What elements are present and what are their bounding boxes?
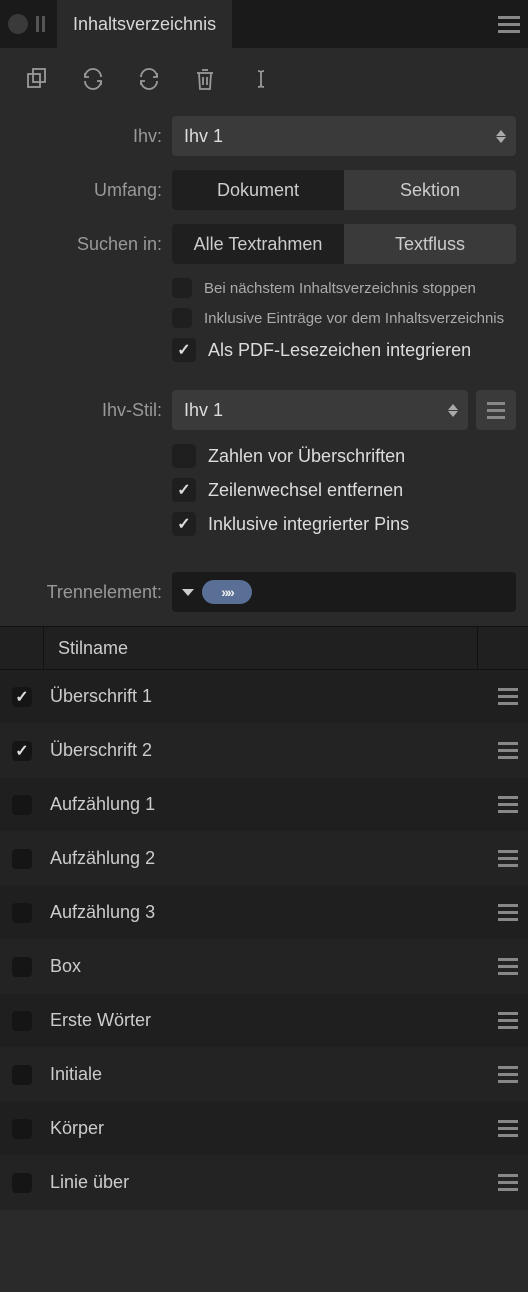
row-menu-icon[interactable]: [498, 688, 518, 705]
pdf-bookmark-checkbox[interactable]: [172, 338, 196, 362]
ihv-stil-menu-button[interactable]: [476, 390, 516, 430]
suchen-label: Suchen in:: [12, 234, 162, 255]
table-row[interactable]: Körper: [0, 1102, 528, 1156]
duplicate-icon[interactable]: [24, 66, 50, 92]
styles-table-header: Stilname: [0, 626, 528, 670]
panel-header: Inhaltsverzeichnis: [0, 0, 528, 48]
row-checkbox[interactable]: [12, 1119, 32, 1139]
table-row[interactable]: Linie über: [0, 1156, 528, 1210]
row-menu-icon[interactable]: [498, 1120, 518, 1137]
separator-label: Trennelement:: [12, 582, 162, 603]
row-style-name: Erste Wörter: [44, 1010, 498, 1031]
row-style-name: Box: [44, 956, 498, 977]
include-pins-checkbox[interactable]: [172, 512, 196, 536]
suchen-toggle: Alle Textrahmen Textfluss: [172, 224, 516, 264]
include-before-toc-label: Inklusive Einträge vor dem Inhaltsverzei…: [204, 310, 504, 327]
panel-menu-icon[interactable]: [498, 16, 520, 33]
row-style-name: Überschrift 2: [44, 740, 498, 761]
row-checkbox[interactable]: [12, 687, 32, 707]
row-checkbox[interactable]: [12, 1011, 32, 1031]
remove-linebreaks-checkbox[interactable]: [172, 478, 196, 502]
table-row[interactable]: Überschrift 2: [0, 724, 528, 778]
chevron-down-icon: [182, 589, 194, 596]
umfang-toggle: Dokument Sektion: [172, 170, 516, 210]
table-row[interactable]: Erste Wörter: [0, 994, 528, 1048]
ihv-stil-value: Ihv 1: [184, 400, 223, 421]
numbers-before-checkbox[interactable]: [172, 444, 196, 468]
table-row[interactable]: Überschrift 1: [0, 670, 528, 724]
row-style-name: Aufzählung 2: [44, 848, 498, 869]
row-menu-icon[interactable]: [498, 1174, 518, 1191]
table-row[interactable]: Initiale: [0, 1048, 528, 1102]
row-style-name: Aufzählung 1: [44, 794, 498, 815]
toolbar: [0, 48, 528, 110]
umfang-sektion-button[interactable]: Sektion: [344, 170, 516, 210]
column-header-check[interactable]: [0, 627, 44, 669]
ihv-label: Ihv:: [12, 126, 162, 147]
row-menu-icon[interactable]: [498, 796, 518, 813]
row-menu-icon[interactable]: [498, 1012, 518, 1029]
include-pins-label: Inklusive integrierter Pins: [208, 514, 409, 535]
row-checkbox[interactable]: [12, 849, 32, 869]
pdf-bookmark-label: Als PDF-Lesezeichen integrieren: [208, 340, 471, 361]
sync-up-icon[interactable]: [136, 66, 162, 92]
row-checkbox[interactable]: [12, 1065, 32, 1085]
table-row[interactable]: Aufzählung 3: [0, 886, 528, 940]
suchen-textfluss-button[interactable]: Textfluss: [344, 224, 516, 264]
row-checkbox[interactable]: [12, 741, 32, 761]
trash-icon[interactable]: [192, 66, 218, 92]
stop-next-toc-label: Bei nächstem Inhaltsverzeichnis stoppen: [204, 280, 476, 297]
row-style-name: Linie über: [44, 1172, 498, 1193]
styles-table-body: Überschrift 1 Überschrift 2 Aufzählung 1 Au…: [0, 670, 528, 1210]
numbers-before-label: Zahlen vor Überschriften: [208, 446, 405, 467]
row-checkbox[interactable]: [12, 903, 32, 923]
ihv-select-value: Ihv 1: [184, 126, 223, 147]
umfang-label: Umfang:: [12, 180, 162, 201]
column-header-stilname[interactable]: Stilname: [44, 627, 478, 669]
tab-inhaltsverzeichnis[interactable]: Inhaltsverzeichnis: [57, 0, 232, 48]
include-before-toc-checkbox[interactable]: [172, 308, 192, 328]
row-checkbox[interactable]: [12, 957, 32, 977]
row-checkbox[interactable]: [12, 1173, 32, 1193]
row-menu-icon[interactable]: [498, 958, 518, 975]
table-row[interactable]: Aufzählung 1: [0, 778, 528, 832]
stop-next-toc-checkbox[interactable]: [172, 278, 192, 298]
row-style-name: Körper: [44, 1118, 498, 1139]
menu-icon: [487, 402, 505, 419]
close-icon[interactable]: [8, 14, 28, 34]
sync-down-icon[interactable]: [80, 66, 106, 92]
row-style-name: Aufzählung 3: [44, 902, 498, 923]
row-menu-icon[interactable]: [498, 850, 518, 867]
row-style-name: Überschrift 1: [44, 686, 498, 707]
row-menu-icon[interactable]: [498, 742, 518, 759]
row-menu-icon[interactable]: [498, 1066, 518, 1083]
stepper-icon: [496, 130, 506, 143]
ihv-select[interactable]: Ihv 1: [172, 116, 516, 156]
separator-field[interactable]: »»: [172, 572, 516, 612]
table-row[interactable]: Aufzählung 2: [0, 832, 528, 886]
ihv-stil-label: Ihv-Stil:: [12, 400, 162, 421]
remove-linebreaks-label: Zeilenwechsel entfernen: [208, 480, 403, 501]
row-checkbox[interactable]: [12, 795, 32, 815]
table-row[interactable]: Box: [0, 940, 528, 994]
dock-icon[interactable]: [36, 16, 45, 32]
umfang-dokument-button[interactable]: Dokument: [172, 170, 344, 210]
row-menu-icon[interactable]: [498, 904, 518, 921]
text-cursor-icon[interactable]: [248, 66, 274, 92]
settings-form: Ihv: Ihv 1 Umfang: Dokument Sektion Such…: [0, 110, 528, 566]
ihv-stil-select[interactable]: Ihv 1: [172, 390, 468, 430]
separator-symbol-pill: »»: [202, 580, 252, 604]
stepper-icon: [448, 404, 458, 417]
suchen-alle-button[interactable]: Alle Textrahmen: [172, 224, 344, 264]
row-style-name: Initiale: [44, 1064, 498, 1085]
